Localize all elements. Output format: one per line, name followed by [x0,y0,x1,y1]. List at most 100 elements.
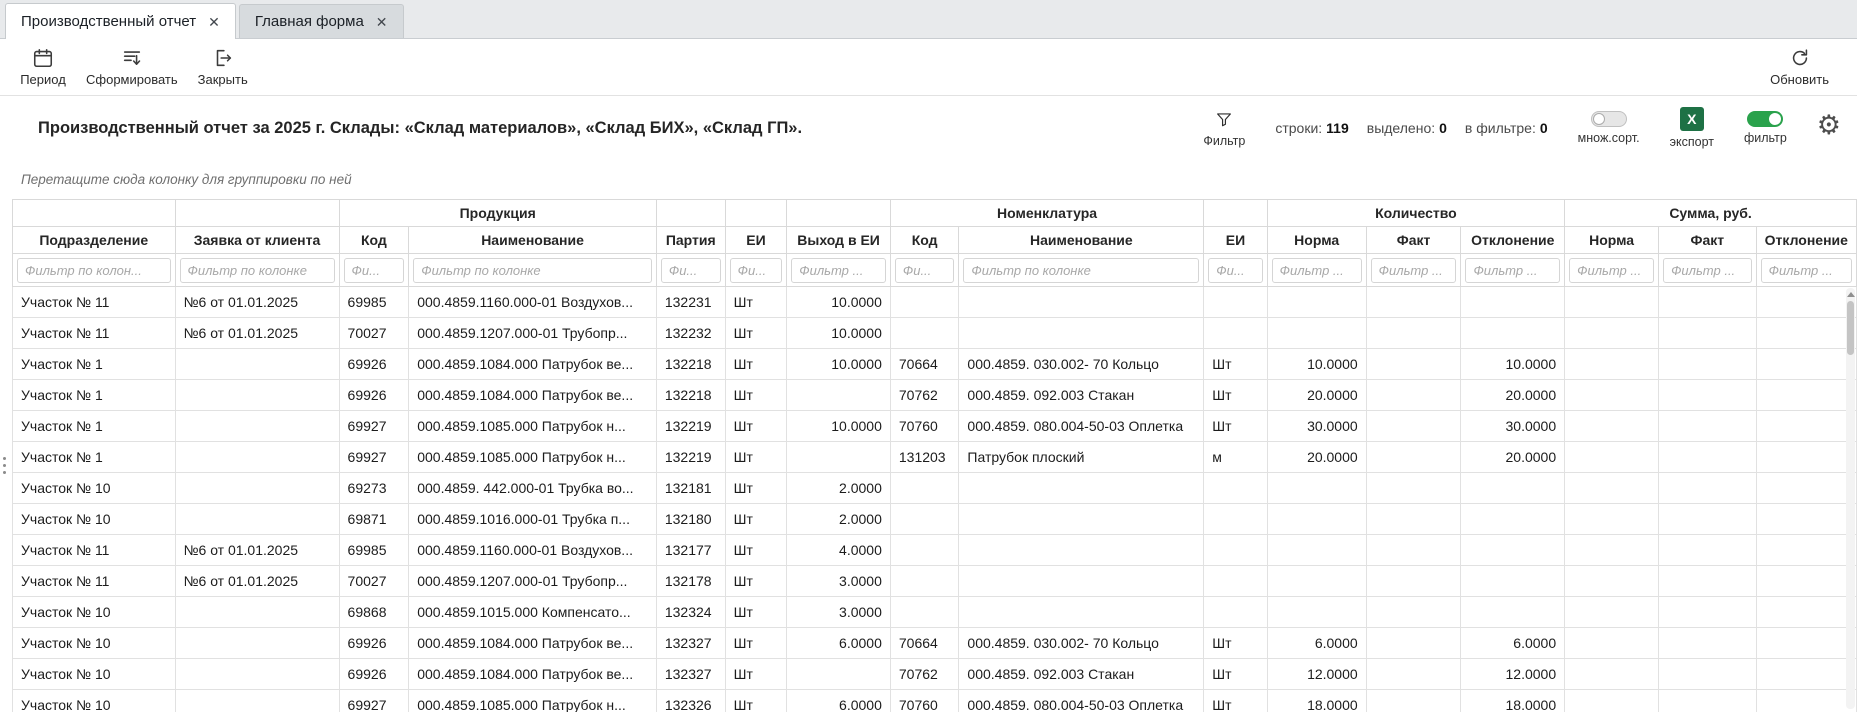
close-button[interactable]: Закрыть [188,44,258,90]
cell: Участок № 10 [13,659,176,690]
excel-icon[interactable]: X [1680,107,1704,131]
table-row[interactable]: Участок № 169927000.4859.1085.000 Патруб… [13,442,1857,473]
cell [890,535,959,566]
column-header[interactable]: ЕИ [725,227,787,254]
column-filter-input[interactable] [963,258,1199,283]
column-header[interactable]: Факт [1659,227,1757,254]
table-row[interactable]: Участок № 11№6 от 01.01.202569985000.485… [13,535,1857,566]
cell [890,287,959,318]
refresh-button[interactable]: Обновить [1760,44,1839,90]
cell: Шт [1204,659,1267,690]
column-header[interactable]: Код [890,227,959,254]
table-row[interactable]: Участок № 169926000.4859.1084.000 Патруб… [13,380,1857,411]
table-row[interactable]: Участок № 1069926000.4859.1084.000 Патру… [13,659,1857,690]
close-icon[interactable]: ✕ [376,15,388,29]
column-header[interactable]: ЕИ [1204,227,1267,254]
column-header[interactable]: Выход в ЕИ [787,227,891,254]
vertical-scrollbar[interactable] [1846,288,1855,709]
filter-toggle[interactable]: фильтр [1744,111,1787,145]
column-header[interactable]: Наименование [409,227,657,254]
table-row[interactable]: Участок № 169926000.4859.1084.000 Патруб… [13,349,1857,380]
cell: 131203 [890,442,959,473]
toggle-on-icon[interactable] [1747,111,1783,127]
cell [1366,380,1461,411]
table-row[interactable]: Участок № 1069868000.4859.1015.000 Компе… [13,597,1857,628]
table-row[interactable]: Участок № 169927000.4859.1085.000 Патруб… [13,411,1857,442]
column-filter-input[interactable] [17,258,171,283]
export-excel-button[interactable]: X экспорт [1670,107,1714,149]
close-icon[interactable]: ✕ [208,15,220,29]
column-group-spacer [13,200,176,227]
table-row[interactable]: Участок № 11№6 от 01.01.202570027000.485… [13,566,1857,597]
cell [1659,318,1757,349]
tab-production-report[interactable]: Производственный отчет ✕ [5,3,236,39]
cell [1204,566,1267,597]
filter-indicator[interactable]: Фильтр [1203,108,1245,148]
period-button[interactable]: Период [10,44,76,90]
cell: 132181 [656,473,725,504]
table-row[interactable]: Участок № 1069927000.4859.1085.000 Патру… [13,690,1857,712]
column-filter-input[interactable] [1569,258,1654,283]
report-title: Производственный отчет за 2025 г. Склады… [38,119,802,138]
grid-area: ПродукцияНоменклатураКоличествоСумма, ру… [12,199,1857,712]
cell: 70664 [890,628,959,659]
column-header[interactable]: Подразделение [13,227,176,254]
cell [1366,628,1461,659]
column-filter-input[interactable] [344,258,405,283]
column-header[interactable]: Норма [1267,227,1366,254]
cell [1565,442,1659,473]
filter-cell [13,254,176,287]
cell [787,380,891,411]
column-header[interactable]: Код [339,227,409,254]
filter-cell [175,254,339,287]
column-header[interactable]: Наименование [959,227,1204,254]
cell: 10.0000 [787,411,891,442]
settings-gear-icon[interactable]: ⚙ [1817,112,1841,139]
multisort-toggle[interactable]: множ.сорт. [1578,111,1640,145]
cell: 000.4859.1016.000-01 Трубка п... [409,504,657,535]
cell [1659,690,1757,712]
column-filter-input[interactable] [1208,258,1262,283]
table-row[interactable]: Участок № 1069273000.4859. 442.000-01 Тр… [13,473,1857,504]
cell: Участок № 10 [13,597,176,628]
cell: 69871 [339,504,409,535]
column-filter-input[interactable] [730,258,783,283]
scrollbar-thumb[interactable] [1847,301,1854,355]
column-filter-input[interactable] [1465,258,1560,283]
column-filter-input[interactable] [1761,258,1852,283]
column-header[interactable]: Отклонение [1461,227,1565,254]
column-filter-input[interactable] [1663,258,1752,283]
column-header[interactable]: Норма [1565,227,1659,254]
cell [1565,349,1659,380]
column-header[interactable]: Факт [1366,227,1461,254]
cell: 132218 [656,380,725,411]
column-filter-input[interactable] [895,258,955,283]
cell: Шт [725,535,787,566]
cell [1756,411,1856,442]
column-filter-input[interactable] [1371,258,1457,283]
table-row[interactable]: Участок № 11№6 от 01.01.202570027000.485… [13,318,1857,349]
filter-cell [1756,254,1856,287]
column-filter-input[interactable] [1272,258,1362,283]
column-header[interactable]: Заявка от клиента [175,227,339,254]
column-header[interactable]: Отклонение [1756,227,1856,254]
filter-indicator-label: Фильтр [1203,134,1245,148]
cell: 30.0000 [1267,411,1366,442]
table-row[interactable]: Участок № 11№6 от 01.01.202569985000.485… [13,287,1857,318]
cell [1366,411,1461,442]
scroll-up-arrow-icon[interactable] [1847,292,1855,297]
group-by-panel[interactable]: Перетащите сюда колонку для группировки … [0,160,1857,199]
cell [959,535,1204,566]
column-filter-input[interactable] [791,258,886,283]
generate-button[interactable]: Сформировать [76,44,188,90]
toggle-off-icon[interactable] [1591,111,1627,127]
table-row[interactable]: Участок № 1069926000.4859.1084.000 Патру… [13,628,1857,659]
table-row[interactable]: Участок № 1069871000.4859.1016.000-01 Тр… [13,504,1857,535]
column-filter-input[interactable] [661,258,721,283]
column-header[interactable]: Партия [656,227,725,254]
cell: 20.0000 [1267,442,1366,473]
left-splitter[interactable] [0,199,9,712]
column-filter-input[interactable] [180,258,335,283]
tab-main-form[interactable]: Главная форма ✕ [239,4,404,38]
column-filter-input[interactable] [413,258,652,283]
